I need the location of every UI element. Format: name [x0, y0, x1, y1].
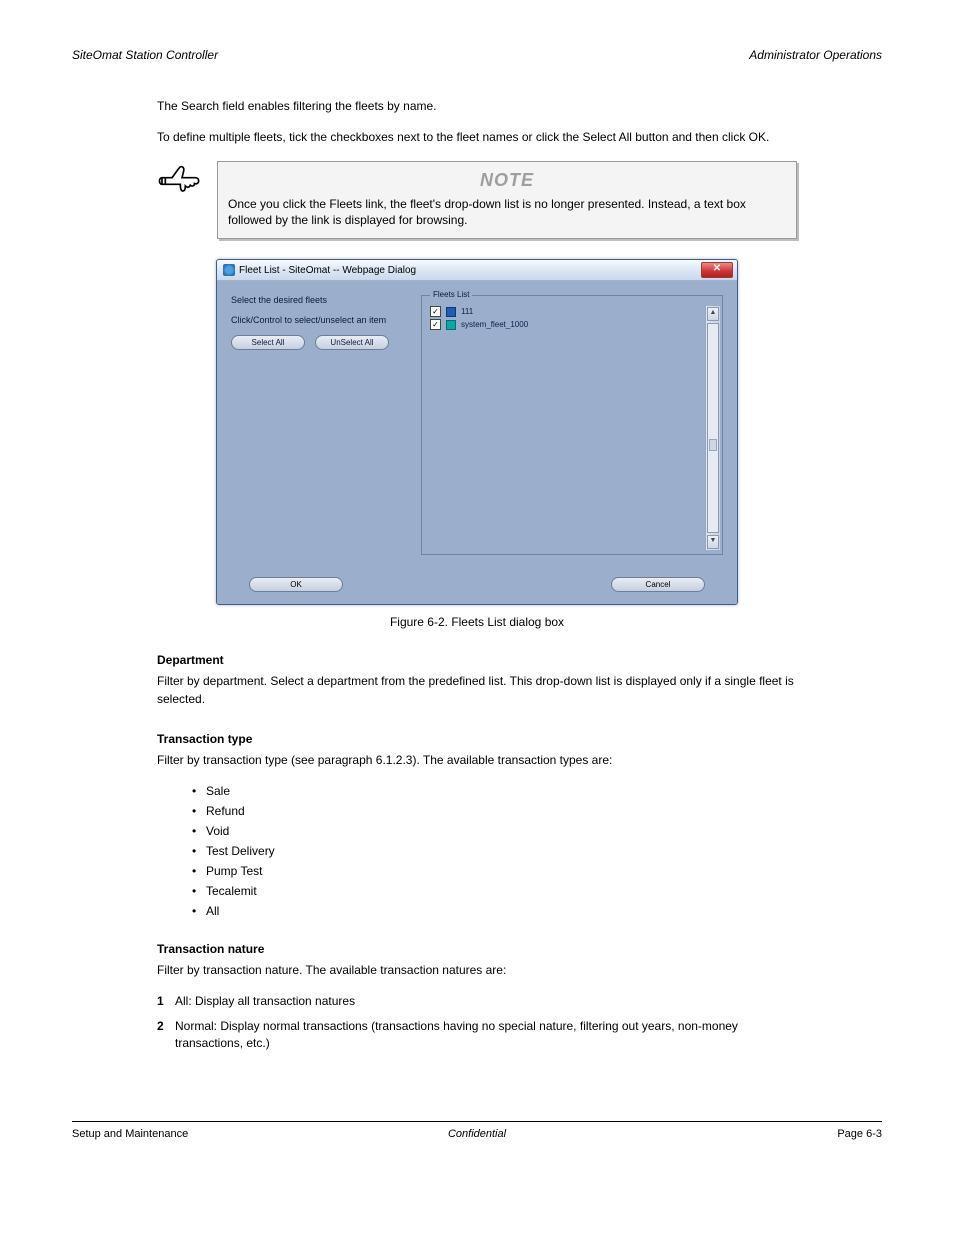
select-all-button[interactable]: Select All [231, 335, 305, 350]
list-item[interactable]: ✓ system_fleet_1000 [430, 319, 705, 330]
fleet-name: system_fleet_1000 [461, 320, 528, 329]
department-heading: Department [157, 653, 797, 667]
checkbox-icon[interactable]: ✓ [430, 319, 441, 330]
scroll-track[interactable] [707, 323, 719, 533]
footer-right: Page 6-3 [612, 1128, 882, 1140]
transaction-type-body: Filter by transaction type (see paragrap… [157, 752, 797, 769]
checkbox-icon[interactable]: ✓ [430, 306, 441, 317]
list-item: Tecalemit [192, 884, 797, 898]
intro-paragraph-2: To define multiple fleets, tick the chec… [157, 129, 797, 146]
dialog-instruction-2: Click/Control to select/unselect an item [231, 315, 401, 325]
header-left: SiteOmat Station Controller [72, 48, 218, 62]
intro-paragraph-1: The Search field enables filtering the f… [157, 98, 797, 115]
list-item: Test Delivery [192, 844, 797, 858]
dialog-instruction-1: Select the desired fleets [231, 295, 401, 305]
list-item[interactable]: ✓ 111 [430, 306, 705, 317]
list-item: 1All: Display all transaction natures [157, 993, 797, 1010]
transaction-nature-body: Filter by transaction nature. The availa… [157, 962, 797, 979]
list-item: Void [192, 824, 797, 838]
footer-left: Setup and Maintenance [72, 1128, 342, 1140]
note-callout: NOTE Once you click the Fleets link, the… [157, 161, 797, 240]
list-item: All [192, 904, 797, 918]
fleets-legend: Fleets List [430, 290, 472, 299]
list-item: Pump Test [192, 864, 797, 878]
fleet-color-swatch [446, 307, 456, 317]
figure-caption: Figure 6-2. Fleets List dialog box [72, 615, 882, 629]
list-item: Refund [192, 804, 797, 818]
ie-icon [223, 264, 235, 276]
page-header: SiteOmat Station Controller Administrato… [72, 48, 882, 62]
header-right: Administrator Operations [749, 48, 882, 62]
scrollbar[interactable]: ▲ ▼ [705, 306, 720, 550]
note-title: NOTE [228, 168, 786, 192]
transaction-nature-heading: Transaction nature [157, 942, 797, 956]
dialog-titlebar: Fleet List - SiteOmat -- Webpage Dialog … [217, 260, 737, 281]
pointing-hand-icon [157, 161, 217, 206]
scroll-down-icon[interactable]: ▼ [707, 535, 719, 549]
fleet-color-swatch [446, 320, 456, 330]
department-body: Filter by department. Select a departmen… [157, 673, 797, 708]
list-item: 2Normal: Display normal transactions (tr… [157, 1018, 797, 1052]
fleets-list-fieldset: Fleets List ✓ 111 ✓ system_fleet_1000 [421, 295, 723, 555]
scroll-thumb[interactable] [709, 439, 717, 451]
list-item: Sale [192, 784, 797, 798]
footer-center: Confidential [342, 1128, 612, 1140]
transaction-nature-list: 1All: Display all transaction natures 2N… [157, 993, 797, 1051]
fleet-name: 111 [461, 307, 473, 316]
page-footer: Setup and Maintenance Confidential Page … [72, 1121, 882, 1140]
fleets-list[interactable]: ✓ 111 ✓ system_fleet_1000 [430, 306, 705, 550]
note-body: Once you click the Fleets link, the flee… [228, 196, 786, 228]
fleets-dialog: Fleet List - SiteOmat -- Webpage Dialog … [216, 259, 738, 605]
close-button[interactable]: ✕ [701, 262, 733, 278]
ok-button[interactable]: OK [249, 577, 343, 592]
transaction-type-heading: Transaction type [157, 732, 797, 746]
cancel-button[interactable]: Cancel [611, 577, 705, 592]
scroll-up-icon[interactable]: ▲ [707, 307, 719, 321]
dialog-title: Fleet List - SiteOmat -- Webpage Dialog [239, 265, 701, 276]
unselect-all-button[interactable]: UnSelect All [315, 335, 389, 350]
transaction-type-list: Sale Refund Void Test Delivery Pump Test… [192, 784, 797, 918]
